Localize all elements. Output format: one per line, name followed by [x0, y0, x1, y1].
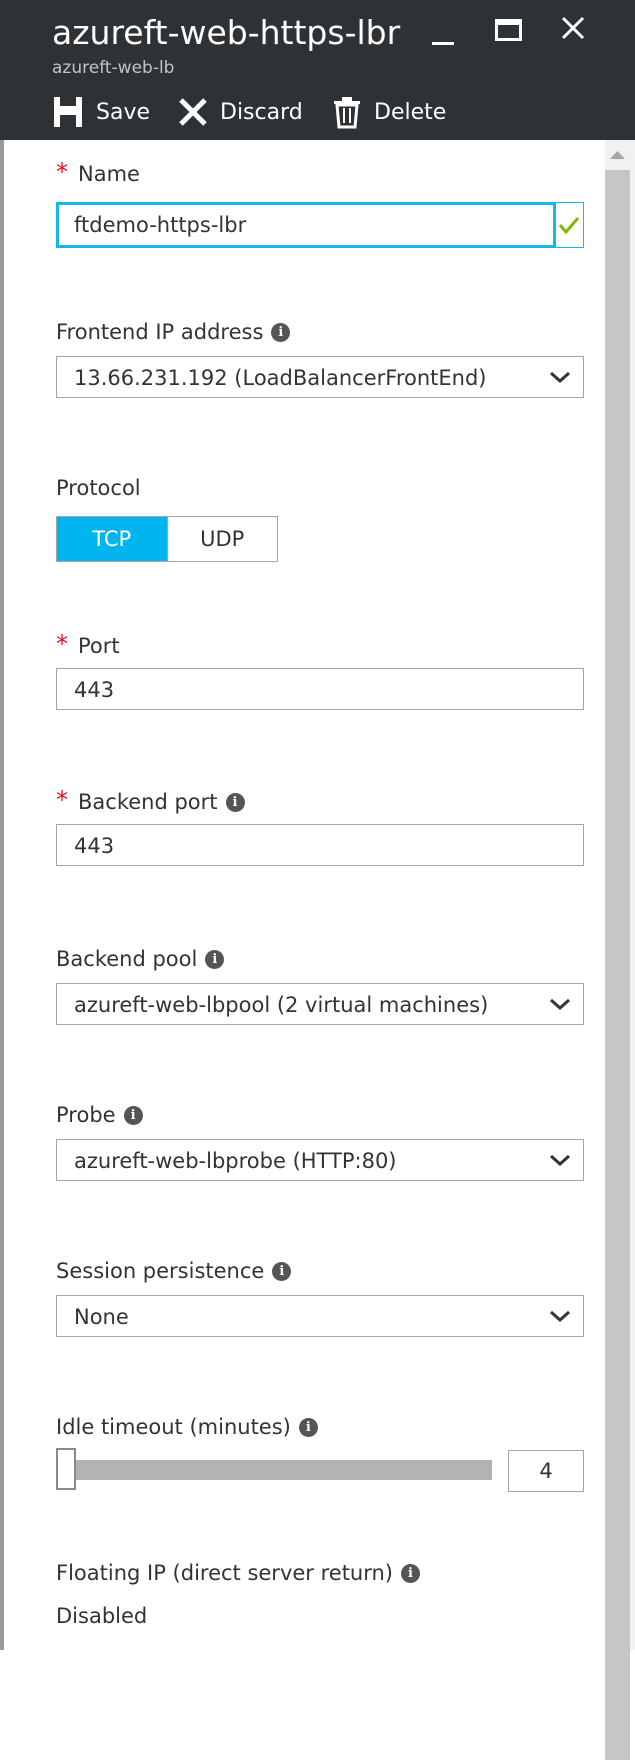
backend-pool-label: Backend pool i — [56, 947, 225, 971]
backend-pool-label-text: Backend pool — [56, 947, 198, 971]
session-persistence-label: Session persistence i — [56, 1259, 292, 1283]
probe-label: Probe i — [56, 1103, 143, 1127]
idle-timeout-label-text: Idle timeout (minutes) — [56, 1415, 291, 1439]
delete-label: Delete — [374, 99, 447, 125]
chevron-down-icon — [550, 998, 570, 1011]
minimize-button[interactable] — [420, 10, 466, 54]
port-label: * Port — [56, 630, 120, 658]
info-icon[interactable]: i — [225, 792, 245, 812]
minimize-icon — [432, 42, 454, 45]
backend-port-label-text: Backend port — [78, 790, 218, 814]
blade-subtitle: azureft-web-lb — [52, 58, 175, 78]
floating-ip-value: Disabled — [56, 1604, 148, 1628]
protocol-option-tcp[interactable]: TCP — [57, 517, 167, 561]
slider-thumb[interactable] — [56, 1448, 76, 1490]
protocol-option-udp[interactable]: UDP — [166, 517, 277, 561]
floating-ip-label-text: Floating IP (direct server return) — [56, 1561, 394, 1585]
frontend-ip-value: 13.66.231.192 (LoadBalancerFrontEnd) — [74, 366, 487, 390]
blade-header: azureft-web-https-lbr azureft-web-lb Sav… — [0, 0, 635, 140]
frontend-ip-dropdown[interactable]: 13.66.231.192 (LoadBalancerFrontEnd) — [56, 356, 584, 398]
discard-icon — [179, 98, 207, 126]
floating-ip-label: Floating IP (direct server return) i — [56, 1561, 421, 1585]
port-label-text: Port — [78, 634, 120, 658]
frontend-ip-label-text: Frontend IP address — [56, 320, 264, 344]
idle-timeout-slider[interactable] — [56, 1448, 492, 1490]
arrow-up-icon — [610, 151, 625, 159]
info-icon[interactable]: i — [272, 1261, 292, 1281]
protocol-label-text: Protocol — [56, 476, 141, 500]
probe-value: azureft-web-lbprobe (HTTP:80) — [74, 1149, 397, 1173]
required-asterisk: * — [56, 630, 68, 658]
maximize-icon — [495, 19, 522, 41]
checkmark-icon — [558, 217, 580, 235]
blade-left-border — [0, 140, 4, 1650]
load-balancing-rule-blade: azureft-web-https-lbr azureft-web-lb Sav… — [0, 0, 635, 1760]
session-persistence-label-text: Session persistence — [56, 1259, 265, 1283]
close-button[interactable] — [550, 10, 596, 54]
slider-track — [56, 1460, 492, 1480]
close-icon — [561, 16, 585, 40]
delete-button[interactable]: Delete — [330, 92, 446, 132]
backend-pool-dropdown[interactable]: azureft-web-lbpool (2 virtual machines) — [56, 983, 584, 1025]
chevron-down-icon — [550, 1310, 570, 1323]
vertical-scrollbar[interactable] — [605, 140, 630, 1760]
info-icon[interactable]: i — [401, 1563, 421, 1583]
info-icon[interactable]: i — [298, 1417, 318, 1437]
protocol-label: Protocol — [56, 476, 141, 500]
trash-icon — [334, 97, 360, 129]
blade-title: azureft-web-https-lbr — [52, 13, 401, 52]
discard-button[interactable]: Discard — [176, 92, 303, 132]
info-icon[interactable]: i — [205, 949, 225, 969]
idle-timeout-input[interactable]: 4 — [508, 1450, 584, 1492]
probe-label-text: Probe — [56, 1103, 116, 1127]
info-icon[interactable]: i — [123, 1105, 143, 1125]
save-icon — [54, 97, 82, 127]
port-value: 443 — [74, 678, 115, 702]
validation-indicator — [556, 202, 584, 248]
info-icon[interactable]: i — [271, 322, 291, 342]
required-asterisk: * — [56, 786, 68, 814]
name-field[interactable]: ftdemo-https-lbr — [56, 202, 584, 248]
blade-right-border — [630, 140, 635, 1650]
scrollbar-thumb[interactable] — [605, 170, 630, 1760]
discard-label: Discard — [220, 99, 303, 125]
idle-timeout-label: Idle timeout (minutes) i — [56, 1415, 318, 1439]
required-asterisk: * — [56, 158, 68, 186]
session-persistence-value: None — [74, 1305, 129, 1329]
backend-port-label: * Backend port i — [56, 786, 245, 814]
name-value: ftdemo-https-lbr — [74, 213, 247, 237]
port-input[interactable]: 443 — [56, 668, 584, 710]
protocol-toggle: TCP UDP — [56, 516, 278, 562]
backend-pool-value: azureft-web-lbpool (2 virtual machines) — [74, 993, 489, 1017]
chevron-down-icon — [550, 371, 570, 384]
session-persistence-dropdown[interactable]: None — [56, 1295, 584, 1337]
save-button[interactable]: Save — [52, 92, 150, 132]
save-label: Save — [96, 99, 151, 125]
maximize-button[interactable] — [486, 10, 532, 54]
probe-dropdown[interactable]: azureft-web-lbprobe (HTTP:80) — [56, 1139, 584, 1181]
name-label: * Name — [56, 158, 140, 186]
backend-port-value: 443 — [74, 834, 115, 858]
frontend-ip-label: Frontend IP address i — [56, 320, 291, 344]
backend-port-input[interactable]: 443 — [56, 824, 584, 866]
chevron-down-icon — [550, 1154, 570, 1167]
name-label-text: Name — [78, 162, 140, 186]
name-input[interactable]: ftdemo-https-lbr — [56, 202, 556, 248]
